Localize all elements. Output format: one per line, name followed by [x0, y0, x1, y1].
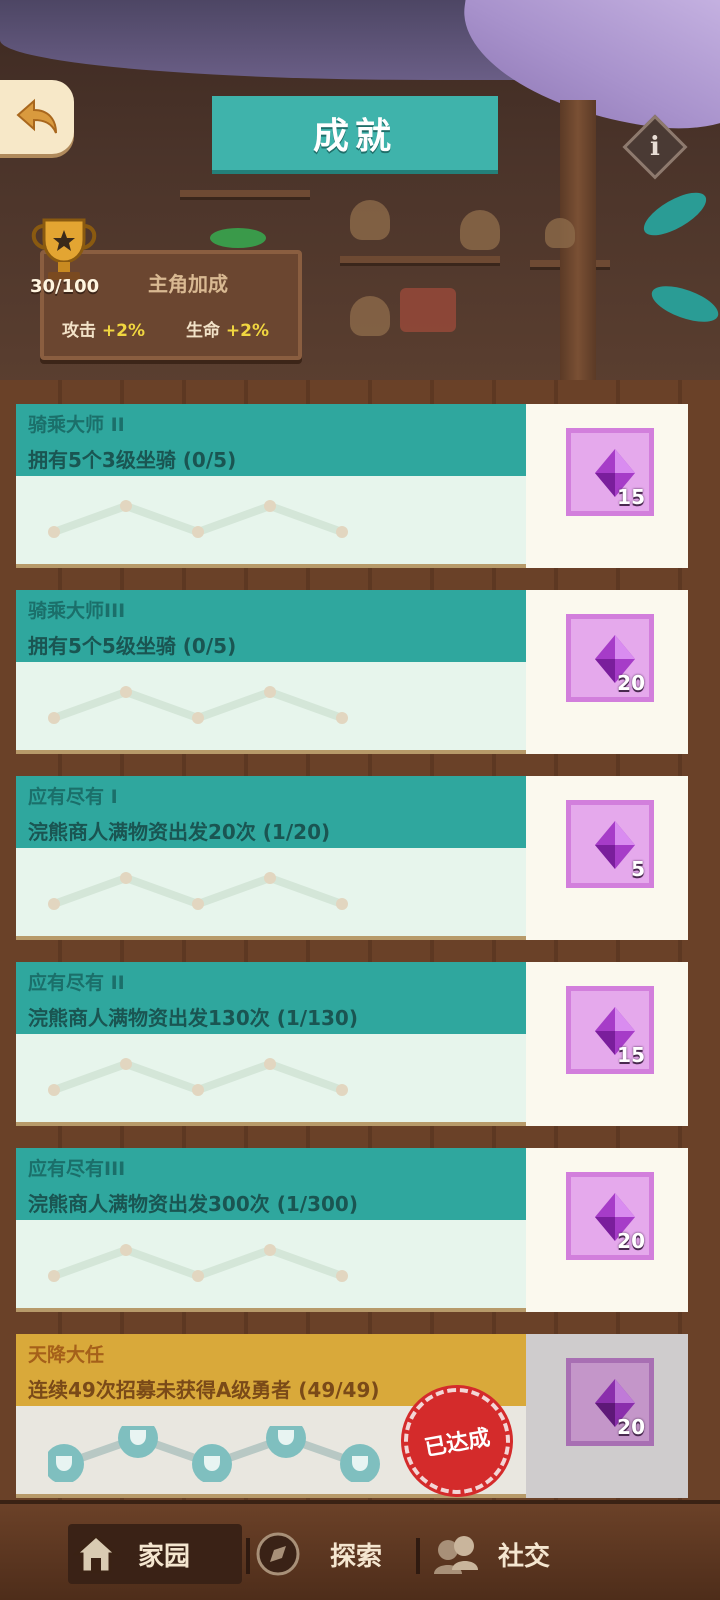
progress-path	[48, 1244, 348, 1282]
hp-label: 生命	[186, 321, 220, 341]
reward-count: 15	[617, 1043, 645, 1067]
explore-icon	[250, 1526, 306, 1582]
achievement-card-completed[interactable]: 天降大任 连续49次招募未获得A级勇者 (49/49) 20 已达成	[16, 1334, 688, 1503]
progress-path	[48, 872, 348, 910]
bottom-nav: 家园 探索 社交	[0, 1500, 720, 1600]
trophy-deco-icon	[350, 200, 390, 240]
achievement-desc: 连续49次招募未获得A级勇者 (49/49)	[28, 1378, 380, 1402]
nav-social[interactable]: 社交	[428, 1524, 588, 1584]
achievement-desc: 拥有5个5级坐骑 (0/5)	[28, 634, 237, 658]
achievement-card[interactable]: 应有尽有III 浣熊商人满物资出发300次 (1/300) 20	[16, 1148, 688, 1312]
reward-box[interactable]: 15	[566, 428, 654, 516]
achievement-name: 骑乘大师 II	[28, 414, 125, 436]
title-banner: 成就	[188, 96, 522, 180]
nav-social-label: 社交	[498, 1541, 551, 1572]
trophy-deco-icon	[545, 218, 575, 248]
progress-path-completed	[48, 1426, 380, 1482]
trophy-icon	[31, 218, 97, 280]
leaf-decoration	[210, 228, 266, 248]
reward-box[interactable]: 5	[566, 800, 654, 888]
progress-path	[48, 686, 348, 724]
leaf-decoration	[637, 184, 713, 244]
reward-count: 20	[617, 671, 645, 695]
achievement-desc: 浣熊商人满物资出发20次 (1/20)	[28, 820, 331, 844]
achievement-desc: 浣熊商人满物资出发300次 (1/300)	[28, 1192, 358, 1216]
back-arrow-icon	[16, 98, 57, 134]
achievement-name: 骑乘大师III	[28, 600, 126, 622]
achievement-card[interactable]: 骑乘大师III 拥有5个5级坐骑 (0/5) 20	[16, 590, 688, 754]
achievement-desc: 浣熊商人满物资出发130次 (1/130)	[28, 1006, 358, 1030]
attack-value: +2%	[101, 321, 146, 341]
hp-value: +2%	[225, 321, 270, 341]
attack-bonus: 攻击 +2%	[62, 316, 145, 341]
back-button[interactable]	[0, 80, 74, 154]
achievement-card[interactable]: 应有尽有 II 浣熊商人满物资出发130次 (1/130) 15	[16, 962, 688, 1126]
home-icon	[68, 1526, 124, 1582]
nav-home-label: 家园	[138, 1541, 191, 1572]
progress-path	[48, 500, 348, 538]
treasure-chest-icon	[400, 288, 456, 332]
info-icon: i	[650, 131, 660, 162]
nav-separator	[416, 1538, 420, 1574]
pillar	[560, 100, 596, 400]
achievement-name: 天降大任	[28, 1344, 105, 1366]
achievement-name: 应有尽有 II	[28, 972, 125, 994]
progress-path	[48, 1058, 348, 1096]
achievement-name: 应有尽有 I	[28, 786, 118, 808]
stamp-text: 已达成	[422, 1425, 493, 1462]
social-icon	[428, 1526, 484, 1582]
page-title: 成就	[312, 116, 397, 157]
shelf	[180, 190, 310, 200]
nav-explore[interactable]: 探索	[250, 1524, 410, 1584]
shelf	[340, 256, 500, 266]
reward-box[interactable]: 15	[566, 986, 654, 1074]
trophy-count: 30/100	[30, 276, 100, 297]
achievement-card[interactable]: 应有尽有 I 浣熊商人满物资出发20次 (1/20) 5	[16, 776, 688, 940]
achievement-card[interactable]: 骑乘大师 II 拥有5个3级坐骑 (0/5) 15	[16, 404, 688, 568]
achievement-desc: 拥有5个3级坐骑 (0/5)	[28, 448, 237, 472]
reward-count: 15	[617, 485, 645, 509]
reward-count: 20	[617, 1415, 645, 1439]
trophy-deco-icon	[460, 210, 500, 250]
bonus-title: 主角加成	[148, 272, 228, 296]
reward-box[interactable]: 20	[566, 1358, 654, 1446]
attack-label: 攻击	[62, 321, 96, 341]
nav-explore-label: 探索	[330, 1541, 383, 1572]
reward-count: 5	[631, 857, 645, 881]
achievement-name: 应有尽有III	[28, 1158, 126, 1180]
reward-count: 20	[617, 1229, 645, 1253]
nav-home[interactable]: 家园	[68, 1524, 242, 1584]
hp-bonus: 生命 +2%	[186, 316, 269, 341]
reward-box[interactable]: 20	[566, 614, 654, 702]
reward-box[interactable]: 20	[566, 1172, 654, 1260]
trophy-deco-icon	[350, 296, 390, 336]
leaf-decoration	[647, 278, 720, 330]
